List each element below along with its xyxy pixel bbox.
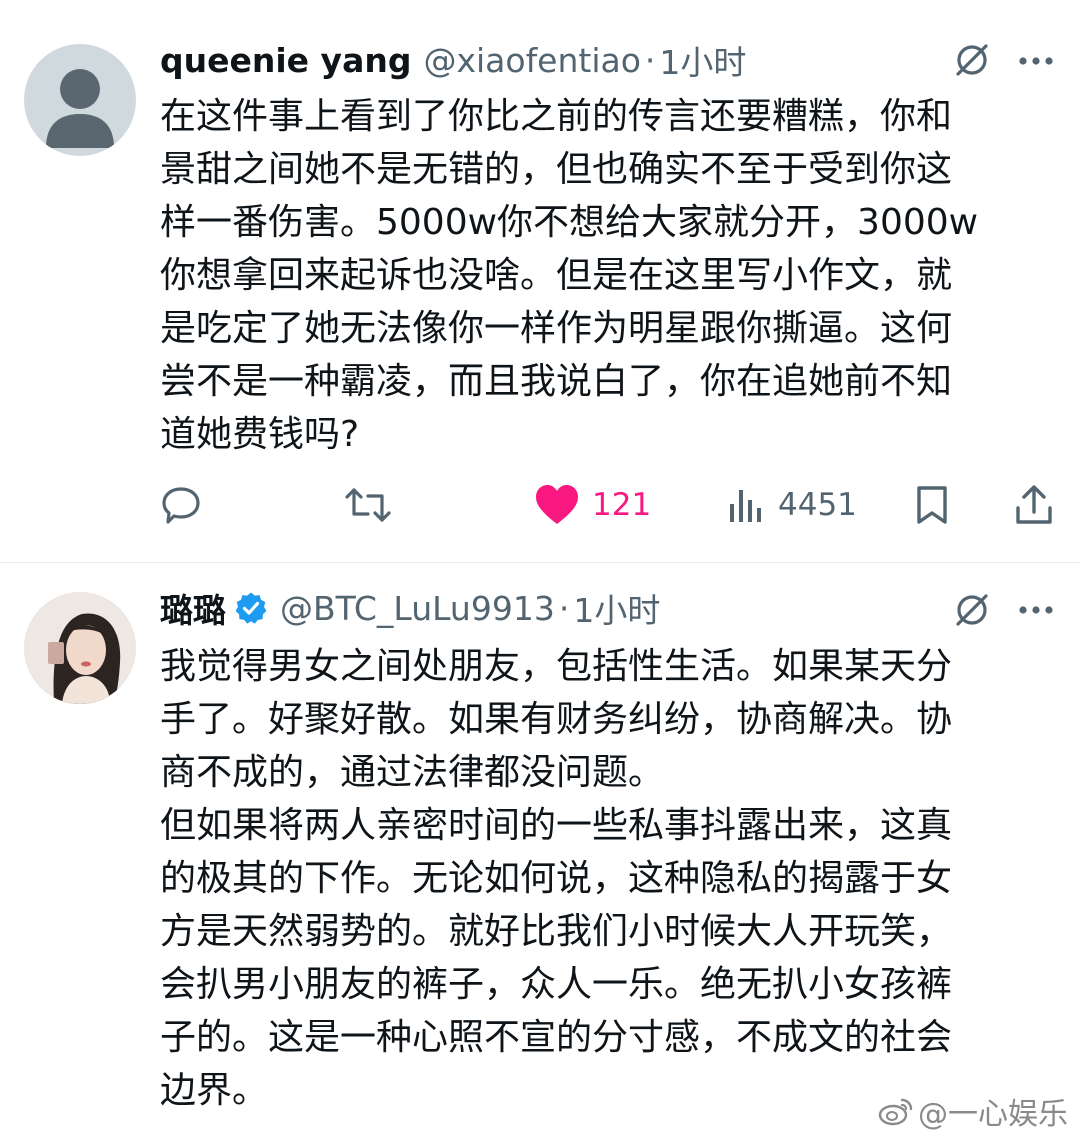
views-chart-icon [730,490,761,522]
user-handle[interactable]: @xiaofentiao [423,41,640,80]
tweet-header: 璐璐 @BTC_LuLu9913 · 1小时 [160,584,1080,632]
grok-icon[interactable] [952,40,992,80]
display-name[interactable]: 璐璐 [160,584,226,632]
like-count: 121 [592,487,652,523]
user-avatar[interactable] [24,592,136,704]
view-count: 4451 [778,487,857,523]
more-options-icon[interactable] [1018,605,1054,615]
user-handle[interactable]: @BTC_LuLu9913 [280,589,555,628]
separator-dot: · [644,40,656,80]
timestamp[interactable]: 1小时 [573,584,660,632]
timestamp[interactable]: 1小时 [659,36,746,84]
more-options-icon[interactable] [1018,56,1054,66]
reply-icon [162,487,200,524]
tweet-header: queenie yang @xiaofentiao · 1小时 [160,36,1080,84]
share-button[interactable] [1014,484,1054,526]
display-name[interactable]: queenie yang [160,41,411,80]
weibo-logo-icon [878,1098,913,1126]
default-avatar[interactable] [24,44,136,156]
grok-icon[interactable] [952,590,992,630]
tweet-divider [0,562,1080,563]
views-button[interactable]: 4451 [728,484,857,526]
tweet-text: 在这件事上看到了你比之前的传言还要糟糕，你和 景甜之间她不是无错的，但也确实不至… [160,96,979,455]
heart-icon [536,485,578,524]
bookmark-icon [917,486,947,524]
share-icon [1016,485,1052,524]
watermark-text: @一心娱乐 [918,1097,1068,1132]
separator-dot: · [558,588,570,628]
bookmark-button[interactable] [914,484,950,526]
tweet-actions: 121 4451 [0,484,1080,532]
retweet-icon [345,488,391,522]
verified-badge-icon [235,592,267,624]
weibo-watermark: @一心娱乐 [878,1089,1068,1133]
retweet-button[interactable] [344,484,392,526]
tweet-text: 我觉得男女之间处朋友，包括性生活。如果某天分 手了。好聚好散。如果有财务纠纷，协… [160,646,953,1111]
reply-button[interactable] [160,484,202,526]
like-button[interactable]: 121 [534,484,651,526]
person-silhouette-icon [46,69,114,148]
profile-photo-icon [24,592,136,704]
